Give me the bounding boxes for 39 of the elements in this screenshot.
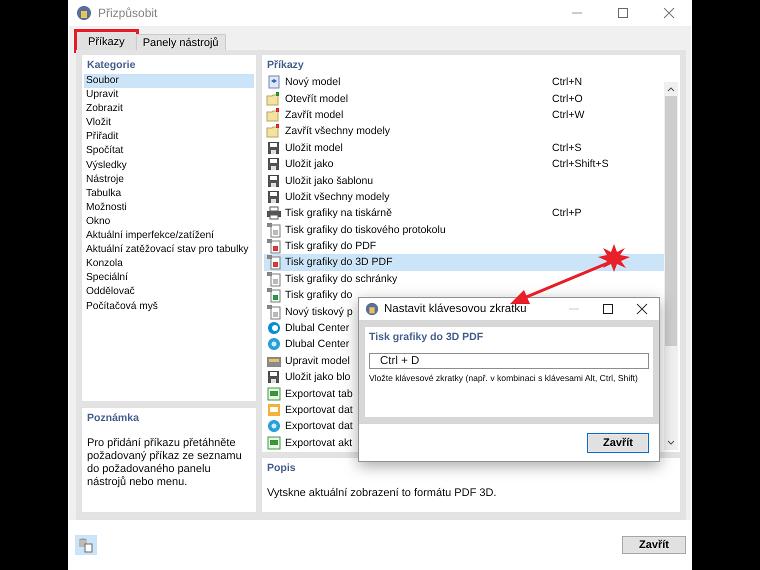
command-label: Uložit jako — [285, 158, 334, 170]
command-label: Otevřít model — [285, 92, 348, 105]
command-label: Exportovat tab — [285, 388, 353, 400]
dialog-title: Nastavit klávesovou zkratku — [384, 303, 528, 315]
command-heading: Tisk grafiky do 3D PDF — [369, 331, 484, 343]
command-label: Uložit všechny modely — [285, 190, 390, 203]
command-label: Nový tiskový p — [285, 306, 353, 318]
note-heading: Poznámka — [86, 411, 140, 426]
command-label: Exportovat dat — [285, 404, 353, 416]
shortcut-text: Ctrl+W — [552, 108, 586, 121]
command-label: Tisk grafiky do — [285, 289, 352, 302]
command-label: Dlubal Center — [285, 322, 350, 334]
command-label: Uložit jako šablonu — [285, 174, 374, 187]
shortcut-text: Ctrl+N — [552, 76, 584, 88]
command-label: Uložit jako blo — [285, 371, 350, 384]
command-label: Uložit model — [285, 142, 343, 154]
shortcut-text: Ctrl+O — [552, 92, 584, 105]
list-heading: Kategorie — [86, 58, 136, 73]
shortcut-text: Ctrl+P — [552, 207, 582, 220]
command-label: Exportovat akt — [285, 436, 352, 449]
hint-text: Vložte klávesové zkratky (např. v kombinaci s klávesami Alt, Ctrl, Shift) — [369, 373, 639, 383]
description-text: Vytskne aktuální zobrazení to formátu PDF 3D. — [267, 487, 498, 499]
shortcut-text: Ctrl+S — [552, 142, 582, 154]
command-label: Upravit model — [285, 354, 350, 367]
list-heading: Příkazy — [266, 58, 305, 73]
description-heading: Popis — [266, 461, 297, 476]
command-label: Tisk grafiky do tiskového protokolu — [285, 224, 446, 236]
command-label: Zavřít model — [285, 108, 344, 121]
command-label: Zavřít všechny modely — [285, 125, 390, 138]
window-title: Přizpůsobit — [98, 6, 158, 20]
command-label: Dlubal Center — [285, 338, 350, 350]
command-label: Tisk grafiky do PDF — [285, 240, 376, 252]
command-label: Nový model — [285, 76, 340, 88]
command-label: Tisk grafiky do schránky — [285, 272, 398, 285]
command-label: Tisk grafiky na tiskárně — [285, 207, 392, 220]
shortcut-text: Ctrl+Shift+S — [552, 158, 610, 170]
command-label: Exportovat dat — [285, 420, 353, 432]
command-label: Tisk grafiky do 3D PDF — [285, 256, 393, 268]
note-text: Pro přidání příkazu přetáhněte požadovaný příkaz ze seznamu do požadovaného panelu nástrojů nebo menu. — [87, 437, 242, 489]
